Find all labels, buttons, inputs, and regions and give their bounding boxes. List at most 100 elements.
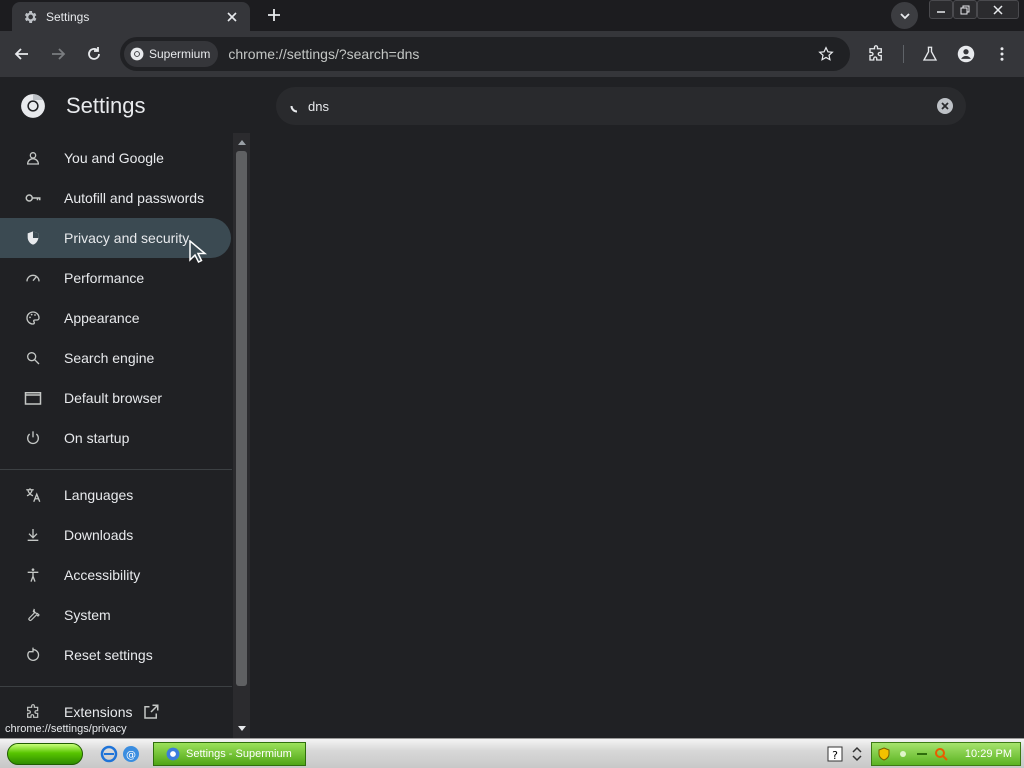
- puzzle-icon: [24, 703, 42, 721]
- extensions-button[interactable]: [862, 40, 890, 68]
- back-button[interactable]: [8, 40, 36, 68]
- sidebar-divider: [0, 686, 232, 687]
- tab-title: Settings: [46, 9, 90, 24]
- close-icon: [993, 4, 1003, 15]
- address-bar[interactable]: Supermium chrome://settings/?search=dns: [120, 37, 850, 71]
- sidebar-item-performance[interactable]: Performance: [0, 258, 231, 298]
- sidebar-item-label: Autofill and passwords: [64, 190, 205, 206]
- sidebar-item-label: Appearance: [64, 310, 140, 326]
- key-icon: [24, 189, 42, 207]
- internet-explorer-icon[interactable]: [100, 745, 118, 763]
- speedometer-icon: [24, 269, 42, 287]
- sidebar-item-appearance[interactable]: Appearance: [0, 298, 231, 338]
- sidebar-item-you-and-google[interactable]: You and Google: [0, 138, 231, 178]
- clock[interactable]: 10:29 PM: [965, 748, 1012, 760]
- search-input[interactable]: [308, 98, 936, 114]
- taskbar-item-label: Settings - Supermium: [186, 748, 292, 760]
- svg-text:@: @: [126, 750, 136, 761]
- network-icon[interactable]: [896, 747, 910, 761]
- minimize-icon: [937, 10, 945, 13]
- sidebar-item-default-browser[interactable]: Default browser: [0, 378, 231, 418]
- sidebar-item-languages[interactable]: Languages: [0, 475, 231, 515]
- forward-button[interactable]: [44, 40, 72, 68]
- sidebar-item-label: Downloads: [64, 527, 134, 543]
- clear-search-icon[interactable]: [936, 97, 954, 115]
- translate-icon: [24, 486, 42, 504]
- sidebar-item-label: System: [64, 607, 111, 623]
- link-status-bubble: chrome://settings/privacy: [0, 720, 132, 738]
- toolbar-separator: [903, 45, 904, 63]
- sidebar-item-on-startup[interactable]: On startup: [0, 418, 231, 458]
- kebab-menu-icon: [1000, 47, 1004, 61]
- taskbar-item-supermium[interactable]: Settings - Supermium: [153, 742, 306, 766]
- sidebar-item-autofill[interactable]: Autofill and passwords: [0, 178, 231, 218]
- puzzle-icon: [869, 45, 882, 61]
- reload-icon: [88, 47, 100, 60]
- url-text[interactable]: chrome://settings/?search=dns: [228, 46, 812, 62]
- loading-spinner-icon: [290, 105, 298, 113]
- menu-button[interactable]: [988, 40, 1016, 68]
- sidebar-item-label: Reset settings: [64, 647, 153, 663]
- person-icon: [957, 45, 975, 63]
- sidebar-item-label: You and Google: [64, 150, 164, 166]
- new-tab-button[interactable]: [262, 3, 286, 27]
- scroll-up-arrow-icon[interactable]: [233, 135, 250, 149]
- labs-button[interactable]: [916, 40, 944, 68]
- sidebar-item-system[interactable]: System: [0, 595, 231, 635]
- sidebar-item-label: Extensions: [64, 704, 133, 720]
- browser-logo-icon: [166, 747, 180, 761]
- sidebar-item-label: Search engine: [64, 350, 155, 366]
- sidebar-item-label: Privacy and security: [64, 230, 190, 246]
- person-icon: [24, 149, 42, 167]
- start-button[interactable]: [7, 743, 83, 765]
- sidebar-scrollbar[interactable]: [233, 133, 250, 738]
- plus-icon: [268, 9, 280, 21]
- close-icon[interactable]: [224, 9, 240, 25]
- tab-search-button[interactable]: [891, 2, 918, 29]
- wrench-icon: [24, 606, 42, 624]
- browser-window-icon: [24, 389, 42, 407]
- tab-strip: Settings: [0, 0, 1024, 31]
- restore-icon: [960, 5, 970, 14]
- chrome-logo-icon: [21, 94, 45, 118]
- settings-sidebar: You and Google Autofill and passwords Pr…: [0, 133, 234, 738]
- scroll-down-arrow-icon[interactable]: [233, 722, 250, 736]
- settings-page: Settings You and Google Autofill and pas…: [0, 77, 1024, 738]
- system-tray: 10:29 PM: [871, 742, 1021, 766]
- reset-icon: [24, 646, 42, 664]
- close-window-button[interactable]: [977, 0, 1019, 19]
- gear-icon: [24, 10, 37, 23]
- taskbar: @ Settings - Supermium ? 10:29 PM: [0, 738, 1024, 768]
- reload-button[interactable]: [80, 40, 108, 68]
- palette-icon: [24, 309, 42, 327]
- sidebar-item-label: On startup: [64, 430, 130, 446]
- bookmark-button[interactable]: [812, 40, 840, 68]
- site-chip[interactable]: Supermium: [124, 41, 219, 67]
- email-icon[interactable]: @: [122, 745, 140, 763]
- search-icon[interactable]: [934, 747, 948, 761]
- sidebar-item-accessibility[interactable]: Accessibility: [0, 555, 231, 595]
- restore-button[interactable]: [953, 0, 977, 19]
- sidebar-item-label: Languages: [64, 487, 134, 503]
- profile-button[interactable]: [952, 40, 980, 68]
- scroll-thumb[interactable]: [236, 151, 247, 686]
- sidebar-divider: [0, 469, 232, 470]
- scroll-arrows-icon[interactable]: [848, 745, 866, 763]
- sidebar-item-search-engine[interactable]: Search engine: [0, 338, 231, 378]
- download-icon: [24, 526, 42, 544]
- minimize-button[interactable]: [929, 0, 953, 19]
- volume-icon[interactable]: [915, 747, 929, 761]
- sidebar-item-reset-settings[interactable]: Reset settings: [0, 635, 231, 675]
- arrow-right-icon: [52, 48, 66, 60]
- search-icon: [24, 349, 42, 367]
- sidebar-item-label: Default browser: [64, 390, 163, 406]
- chevron-down-icon: [899, 12, 910, 19]
- security-shield-icon[interactable]: [877, 747, 891, 761]
- settings-search[interactable]: [276, 87, 966, 125]
- power-icon: [24, 429, 42, 447]
- svg-text:?: ?: [832, 749, 838, 762]
- help-icon[interactable]: ?: [826, 745, 844, 763]
- tab-settings[interactable]: Settings: [12, 2, 250, 31]
- sidebar-item-downloads[interactable]: Downloads: [0, 515, 231, 555]
- accessibility-icon: [24, 566, 42, 584]
